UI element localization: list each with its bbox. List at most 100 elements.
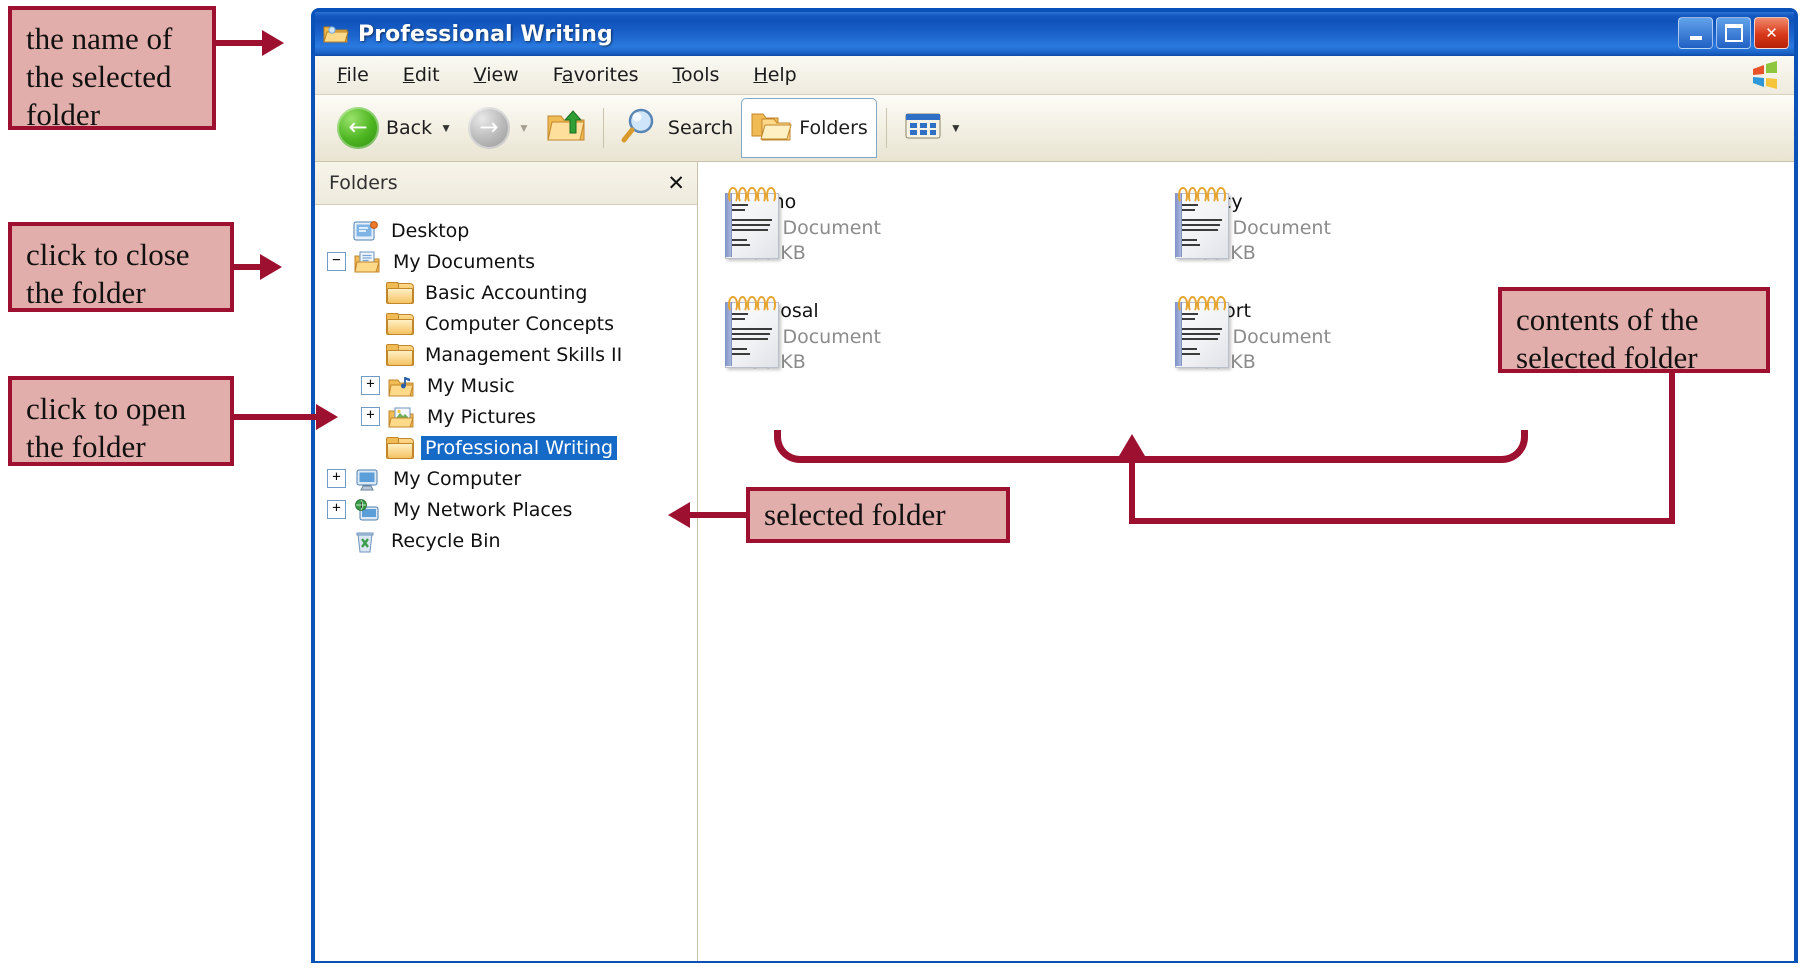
tree-item-computer-concepts[interactable]: Computer Concepts: [315, 308, 697, 339]
views-icon: [904, 111, 942, 146]
tree-item-basic-accounting[interactable]: Basic Accounting: [315, 277, 697, 308]
folders-label: Folders: [799, 117, 868, 139]
tree-item-my-documents[interactable]: − My Documents: [315, 246, 697, 277]
search-button[interactable]: Search: [613, 101, 741, 155]
toolbar-separator-2: [885, 108, 887, 148]
tree-expander[interactable]: +: [361, 407, 380, 426]
close-icon[interactable]: ✕: [667, 171, 685, 195]
folders-button[interactable]: Folders: [741, 98, 877, 158]
file-list-pane[interactable]: Memo Text Document 106 KB Policy Text Do…: [698, 162, 1794, 961]
title-bar[interactable]: Professional Writing ✕: [315, 12, 1794, 56]
annotation-click-to-close: click to close the folder: [8, 222, 234, 312]
views-button[interactable]: ▼: [896, 101, 970, 155]
explorer-window: Professional Writing ✕ File Edit View Fa…: [311, 8, 1798, 963]
annotation-arrow-1: [262, 30, 284, 56]
menu-item-edit[interactable]: Edit: [403, 64, 440, 86]
tree-item-recycle-bin[interactable]: Recycle Bin: [315, 525, 697, 556]
window-buttons: ✕: [1678, 17, 1789, 49]
desktop-icon: [352, 220, 378, 242]
folder-icon: [386, 343, 414, 366]
tree-expander[interactable]: −: [327, 252, 346, 271]
back-dropdown-icon[interactable]: ▼: [440, 121, 452, 135]
tree-item-professional-writing[interactable]: Professional Writing: [315, 432, 697, 463]
explorer-bar-title: Folders: [329, 172, 398, 194]
annotation-leader-4: [690, 512, 750, 518]
annotation-arrow-4: [668, 502, 690, 528]
tree-item-my-network-places[interactable]: + My Network Places: [315, 494, 697, 525]
window-body: Folders ✕ Desktop − My Documents Basic Acc…: [315, 162, 1794, 961]
toolbar: ← Back ▼ → ▼ Search Folders ▼: [315, 95, 1794, 162]
folder-tree: Desktop − My Documents Basic Accounting Com…: [315, 205, 697, 961]
file-item[interactable]: Memo Text Document 106 KB: [722, 186, 1172, 267]
tree-item-label: Recycle Bin: [391, 529, 501, 552]
menu-bar: File Edit View Favorites Tools Help: [315, 56, 1794, 95]
tree-item-label: My Documents: [393, 250, 536, 273]
folder-up-icon: [546, 107, 586, 150]
tree-item-label: My Computer: [393, 467, 522, 490]
forward-dropdown-icon[interactable]: ▼: [518, 121, 530, 135]
annotation-leader-5c: [1669, 373, 1675, 524]
tree-expander[interactable]: +: [327, 500, 346, 519]
my-computer-icon: [354, 468, 380, 490]
menu-item-help[interactable]: Help: [753, 64, 796, 86]
window-title: Professional Writing: [358, 21, 613, 47]
folder-icon: [386, 312, 414, 335]
tree-item-label: Management Skills II: [425, 343, 623, 366]
annotation-click-to-open: click to open the folder: [8, 376, 234, 466]
tree-item-label: Desktop: [391, 219, 470, 242]
tree-item-my-music[interactable]: + My Music: [315, 370, 697, 401]
up-button[interactable]: [538, 101, 594, 155]
tree-item-label: My Pictures: [427, 405, 536, 428]
tree-expander[interactable]: +: [361, 376, 380, 395]
views-dropdown-icon[interactable]: ▼: [950, 121, 962, 135]
menu-item-tools[interactable]: Tools: [673, 64, 720, 86]
tree-item-label: Computer Concepts: [425, 312, 614, 335]
tree-item-label: My Music: [427, 374, 515, 397]
toolbar-separator: [602, 108, 604, 148]
menu-item-view[interactable]: View: [474, 64, 519, 86]
annotation-brace: [774, 430, 1528, 463]
folders-icon: [750, 108, 792, 149]
tree-item-management-skills-ii[interactable]: Management Skills II: [315, 339, 697, 370]
annotation-leader-3: [234, 414, 318, 420]
tree-item-my-pictures[interactable]: + My Pictures: [315, 401, 697, 432]
back-label: Back: [386, 117, 433, 139]
back-arrow-icon: ←: [337, 107, 379, 149]
search-icon: [621, 106, 661, 151]
minimize-button[interactable]: [1678, 17, 1713, 49]
my-pictures-icon: [388, 406, 414, 428]
annotation-leader-5a: [1129, 456, 1135, 524]
menu-item-file[interactable]: File: [337, 64, 369, 86]
back-button[interactable]: ← Back ▼: [329, 101, 460, 155]
my-documents-icon: [354, 251, 380, 273]
recycle-bin-icon: [352, 530, 378, 552]
maximize-button[interactable]: [1716, 17, 1751, 49]
annotation-leader-2: [234, 264, 262, 270]
explorer-bar: Folders ✕ Desktop − My Documents Basic Acc…: [315, 162, 698, 961]
annotation-selected-folder: selected folder: [746, 487, 1010, 543]
network-icon: [354, 498, 380, 521]
tree-item-desktop[interactable]: Desktop: [315, 215, 697, 246]
forward-button[interactable]: → ▼: [460, 101, 538, 155]
folder-icon: [386, 436, 414, 459]
folder-open-icon: [323, 23, 349, 45]
tree-item-label: My Network Places: [393, 498, 573, 521]
annotation-arrow-5: [1119, 434, 1145, 456]
tree-item-my-computer[interactable]: + My Computer: [315, 463, 697, 494]
windows-flag-icon: [1750, 61, 1780, 89]
forward-arrow-icon: →: [468, 107, 511, 149]
annotation-contents-of-selected-folder: contents of the selected folder: [1498, 287, 1770, 375]
annotation-leader-1: [216, 40, 264, 46]
explorer-bar-header: Folders ✕: [315, 162, 697, 205]
file-item[interactable]: Proposal Text Document 136 KB: [722, 295, 1172, 376]
annotation-arrow-2: [260, 254, 282, 280]
menu-item-favorites[interactable]: Favorites: [553, 64, 639, 86]
my-music-icon: [388, 375, 414, 397]
annotation-arrow-3: [316, 404, 338, 430]
tree-expander[interactable]: +: [327, 469, 346, 488]
close-button[interactable]: ✕: [1754, 17, 1789, 49]
annotation-name-of-selected-folder: the name of the selected folder: [8, 6, 216, 132]
annotation-leader-5b: [1129, 518, 1675, 524]
file-item[interactable]: Policy Text Document 133 KB: [1172, 186, 1622, 267]
search-label: Search: [667, 117, 734, 139]
